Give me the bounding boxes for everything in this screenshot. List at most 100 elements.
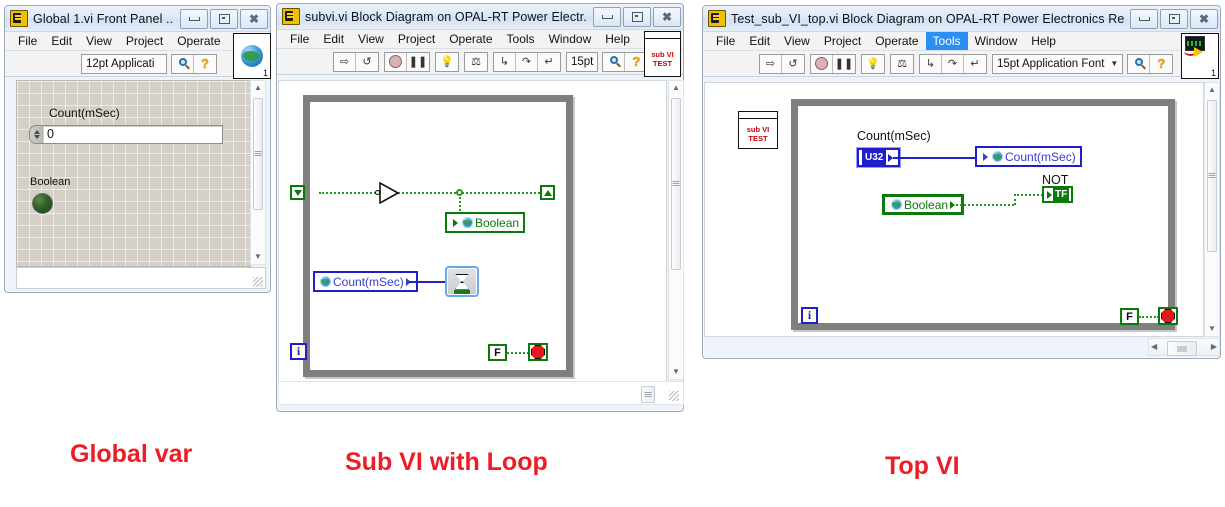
global-boolean-terminal[interactable]: Boolean bbox=[882, 194, 965, 215]
toolbar-retain-group[interactable]: ⚖ bbox=[890, 53, 914, 74]
diagram-hscrollbar-subvi[interactable] bbox=[278, 381, 684, 405]
menu-operate[interactable]: Operate bbox=[868, 32, 925, 50]
run-arrow-icon[interactable]: ⇨ bbox=[760, 54, 782, 73]
while-loop-structure[interactable] bbox=[791, 99, 1175, 330]
vi-icon-badge-subvi[interactable]: sub VI TEST bbox=[644, 31, 681, 77]
step-over-icon[interactable]: ↷ bbox=[516, 52, 538, 71]
abort-icon[interactable] bbox=[811, 54, 833, 73]
menu-view[interactable]: View bbox=[777, 32, 817, 50]
stop-button-terminal[interactable] bbox=[1158, 307, 1178, 325]
pause-icon[interactable]: ❚❚ bbox=[833, 55, 855, 73]
run-continuous-icon[interactable]: ↺ bbox=[782, 55, 804, 73]
step-over-icon[interactable]: ↷ bbox=[942, 54, 964, 73]
titlebar-topvi[interactable]: Test_sub_VI_top.vi Block Diagram on OPAL… bbox=[703, 6, 1220, 31]
run-arrow-icon[interactable]: ⇨ bbox=[334, 52, 356, 71]
diagram-hscrollbar-topvi[interactable]: ◀ ▶ bbox=[1148, 338, 1220, 356]
toolbar-run-group[interactable]: ⇨ ↺ bbox=[759, 53, 805, 74]
toolbar-subvi[interactable]: ⇨ ↺ ❚❚ 💡 ⚖ ↳ ↷ ↵ 15pt ? bbox=[277, 49, 683, 75]
menu-window[interactable]: Window bbox=[542, 30, 599, 48]
step-out-icon[interactable]: ↵ bbox=[538, 53, 560, 71]
toolbar-abort-group[interactable]: ❚❚ bbox=[810, 53, 856, 74]
menu-project[interactable]: Project bbox=[391, 30, 442, 48]
minimize-button[interactable] bbox=[1130, 8, 1158, 29]
resize-grip[interactable] bbox=[669, 391, 679, 401]
retain-wire-values-icon[interactable]: ⚖ bbox=[891, 55, 913, 73]
scroll-down-arrow[interactable]: ▼ bbox=[1205, 323, 1219, 335]
menu-tools[interactable]: Tools bbox=[500, 30, 542, 48]
hscroll-thumb[interactable] bbox=[1167, 341, 1197, 356]
minimize-button[interactable] bbox=[593, 6, 621, 27]
titlebar-global[interactable]: Global 1.vi Front Panel ... ✖ bbox=[5, 6, 270, 31]
menu-file[interactable]: File bbox=[709, 32, 742, 50]
scroll-thumb[interactable] bbox=[671, 98, 681, 270]
iteration-terminal[interactable]: i bbox=[801, 307, 818, 324]
menubar-subvi[interactable]: File Edit View Project Operate Tools Win… bbox=[277, 29, 683, 49]
toolbar-global[interactable]: 12pt Applicati ? bbox=[5, 51, 270, 77]
font-selector-subvi[interactable]: 15pt bbox=[566, 51, 599, 72]
menu-project[interactable]: Project bbox=[119, 32, 170, 50]
zoom-icon[interactable] bbox=[1128, 54, 1151, 73]
block-diagram-canvas-subvi[interactable]: Boolean Count(mSec) i F bbox=[278, 80, 667, 398]
font-selector-global[interactable]: 12pt Applicati bbox=[81, 53, 167, 74]
step-out-icon[interactable]: ↵ bbox=[964, 55, 986, 73]
step-into-icon[interactable]: ↳ bbox=[920, 54, 942, 73]
maximize-button[interactable] bbox=[623, 6, 651, 27]
scroll-up-arrow[interactable]: ▲ bbox=[669, 82, 683, 94]
toolbar-abort-group[interactable]: ❚❚ bbox=[384, 51, 430, 72]
hscroll-left-arrow[interactable]: ◀ bbox=[1151, 341, 1157, 353]
chevron-down-icon[interactable]: ▼ bbox=[1110, 59, 1118, 68]
menu-project[interactable]: Project bbox=[817, 32, 868, 50]
menu-file[interactable]: File bbox=[11, 32, 44, 50]
menu-operate[interactable]: Operate bbox=[442, 30, 499, 48]
titlebar-subvi[interactable]: subvi.vi Block Diagram on OPAL-RT Power … bbox=[277, 4, 683, 29]
global-boolean-terminal[interactable]: Boolean bbox=[445, 212, 526, 233]
global-count-terminal[interactable]: Count(mSec) bbox=[975, 146, 1082, 167]
conditional-terminal[interactable]: F bbox=[1120, 308, 1139, 325]
window-topvi-block-diagram[interactable]: Test_sub_VI_top.vi Block Diagram on OPAL… bbox=[702, 5, 1221, 359]
toolbar-highlight-group[interactable]: 💡 bbox=[861, 53, 885, 74]
toolbar-tools-subvi[interactable]: ? bbox=[602, 51, 649, 72]
close-button[interactable]: ✖ bbox=[240, 8, 268, 29]
window-subvi-block-diagram[interactable]: subvi.vi Block Diagram on OPAL-RT Power … bbox=[276, 3, 684, 412]
menu-view[interactable]: View bbox=[79, 32, 119, 50]
pause-icon[interactable]: ❚❚ bbox=[407, 53, 429, 71]
menu-view[interactable]: View bbox=[351, 30, 391, 48]
conditional-terminal[interactable]: F bbox=[488, 344, 507, 361]
close-button[interactable]: ✖ bbox=[653, 6, 681, 27]
minimize-button[interactable] bbox=[180, 8, 208, 29]
zoom-icon[interactable] bbox=[603, 52, 626, 71]
scroll-thumb[interactable] bbox=[1207, 100, 1217, 252]
vi-icon-badge-globe[interactable]: 1 bbox=[233, 33, 271, 79]
boolean-indicator-terminal[interactable]: TF bbox=[1042, 186, 1074, 203]
retain-wire-values-icon[interactable]: ⚖ bbox=[465, 53, 487, 71]
wait-ms-node[interactable] bbox=[445, 266, 479, 297]
scroll-up-arrow[interactable]: ▲ bbox=[251, 82, 265, 94]
maximize-button[interactable] bbox=[1160, 8, 1188, 29]
boolean-led-indicator[interactable] bbox=[32, 193, 53, 214]
hscroll-thumb[interactable] bbox=[641, 386, 655, 403]
diagram-vscrollbar-topvi[interactable]: ▲ ▼ bbox=[1204, 82, 1220, 337]
toolbar-topvi[interactable]: ⇨ ↺ ❚❚ 💡 ⚖ ↳ ↷ ↵ 15pt Application Font ▼… bbox=[703, 51, 1220, 77]
menu-edit[interactable]: Edit bbox=[316, 30, 351, 48]
menubar-global[interactable]: File Edit View Project Operate bbox=[5, 31, 270, 51]
block-diagram-canvas-topvi[interactable]: sub VI TEST Count(mSec) U32 Count(mSec) … bbox=[704, 82, 1204, 337]
vi-icon-badge-waveform[interactable]: 1 bbox=[1181, 33, 1219, 79]
highlight-execution-bulb-icon[interactable]: 💡 bbox=[862, 55, 884, 73]
run-continuous-icon[interactable]: ↺ bbox=[356, 53, 378, 71]
scroll-down-arrow[interactable]: ▼ bbox=[251, 251, 265, 263]
toolbar-retain-group[interactable]: ⚖ bbox=[464, 51, 488, 72]
toolbar-highlight-group[interactable]: 💡 bbox=[435, 51, 459, 72]
scroll-thumb[interactable] bbox=[253, 98, 263, 210]
menu-help[interactable]: Help bbox=[1024, 32, 1063, 50]
window-global-front-panel[interactable]: Global 1.vi Front Panel ... ✖ File Edit … bbox=[4, 5, 271, 293]
step-into-icon[interactable]: ↳ bbox=[494, 52, 516, 71]
menubar-topvi[interactable]: File Edit View Project Operate Tools Win… bbox=[703, 31, 1220, 51]
close-button[interactable]: ✖ bbox=[1190, 8, 1218, 29]
highlight-execution-bulb-icon[interactable]: 💡 bbox=[436, 53, 458, 71]
while-loop-structure[interactable] bbox=[303, 95, 573, 377]
diagram-vscrollbar-subvi[interactable]: ▲ ▼ bbox=[668, 80, 684, 380]
toolbar-tools-global[interactable]: ? bbox=[171, 53, 217, 74]
hscroll-right-arrow[interactable]: ▶ bbox=[1211, 341, 1217, 353]
not-function-node[interactable] bbox=[375, 182, 403, 204]
toolbar-run-group[interactable]: ⇨ ↺ bbox=[333, 51, 379, 72]
